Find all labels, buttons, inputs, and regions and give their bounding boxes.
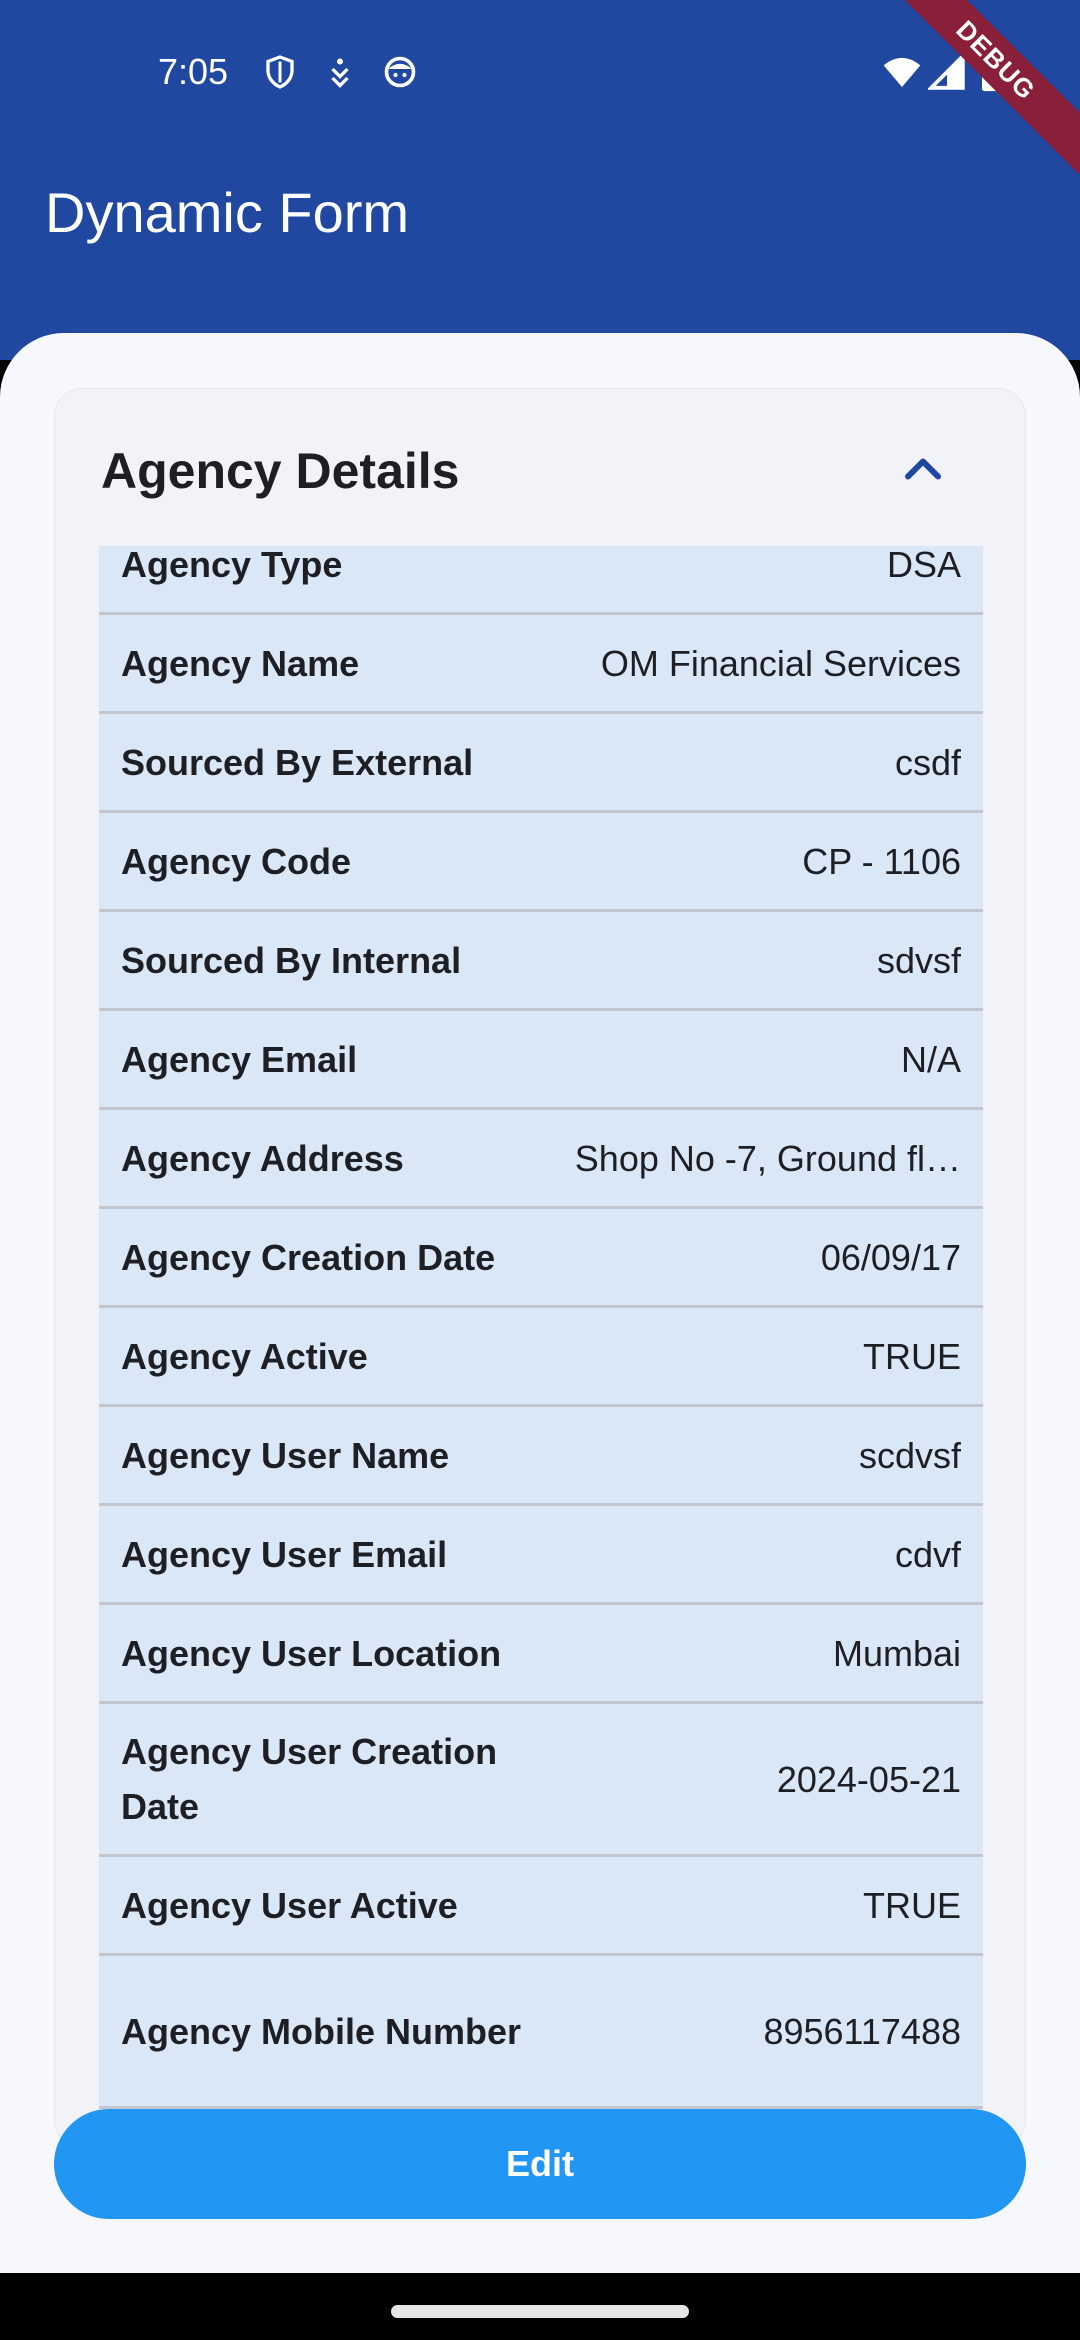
row-label: Agency User Active bbox=[121, 1884, 458, 1926]
row-label: Agency User Creation Date bbox=[121, 1731, 498, 1827]
row-value: csdf bbox=[894, 741, 961, 783]
details-table: Agency Type DSA Agency Name OM Financial… bbox=[99, 546, 983, 2147]
row-value: scdvsf bbox=[858, 1434, 961, 1476]
row-label: Agency Name bbox=[121, 642, 360, 684]
row-label: Agency Mobile Number bbox=[121, 2010, 522, 2052]
status-bar: 7:05 DEBUG bbox=[0, 0, 1080, 182]
table-row: Agency Email N/A bbox=[99, 1011, 983, 1110]
row-value: cdvf bbox=[894, 1533, 961, 1575]
row-value: 8956117488 bbox=[763, 2010, 961, 2052]
row-label: Agency Active bbox=[121, 1335, 368, 1377]
row-value: Mumbai bbox=[832, 1632, 961, 1674]
row-label: Agency User Name bbox=[121, 1434, 450, 1476]
row-label: Sourced By External bbox=[121, 741, 474, 783]
row-value: sdvsf bbox=[876, 939, 961, 981]
table-row: Agency Mobile Number 8956117488 bbox=[99, 1956, 983, 2109]
page-title: Dynamic Form bbox=[45, 181, 410, 244]
table-row: Agency Type DSA bbox=[99, 546, 983, 615]
card-title: Agency Details bbox=[101, 443, 460, 499]
table-row: Agency Active TRUE bbox=[99, 1308, 983, 1407]
table-row: Agency Code CP - 1106 bbox=[99, 813, 983, 912]
table-row: Sourced By Internal sdvsf bbox=[99, 912, 983, 1011]
row-value: TRUE bbox=[863, 1335, 961, 1377]
table-row: Agency Creation Date 06/09/17 bbox=[99, 1209, 983, 1308]
row-value: DSA bbox=[886, 546, 961, 585]
table-row: Agency User Creation Date 2024-05-21 bbox=[99, 1704, 983, 1857]
download-icon bbox=[322, 52, 358, 92]
row-value: 2024-05-21 bbox=[776, 1758, 961, 1800]
edit-button[interactable]: Edit bbox=[54, 2109, 1026, 2219]
row-label: Agency User Location bbox=[121, 1632, 502, 1674]
row-value: CP - 1106 bbox=[802, 840, 961, 882]
row-value: N/A bbox=[900, 1038, 961, 1080]
wifi-icon bbox=[880, 52, 924, 92]
row-label: Agency Code bbox=[121, 840, 352, 882]
row-label: Agency Address bbox=[121, 1137, 404, 1179]
row-label: Agency Creation Date bbox=[121, 1236, 496, 1278]
home-indicator[interactable] bbox=[391, 2305, 689, 2318]
row-value: OM Financial Services bbox=[600, 642, 961, 684]
table-row: Agency Name OM Financial Services bbox=[99, 615, 983, 714]
row-label: Agency User Email bbox=[121, 1533, 448, 1575]
row-label: Sourced By Internal bbox=[121, 939, 462, 981]
table-row: Agency User Email cdvf bbox=[99, 1506, 983, 1605]
table-row: Sourced By External csdf bbox=[99, 714, 983, 813]
table-row: Agency User Name scdvsf bbox=[99, 1407, 983, 1506]
row-label: Agency Email bbox=[121, 1038, 358, 1080]
row-value: Shop No -7, Ground fl… bbox=[574, 1137, 961, 1179]
shield-icon bbox=[262, 52, 298, 92]
signal-icon bbox=[926, 51, 966, 92]
row-label: Agency Type bbox=[121, 546, 343, 585]
status-time: 7:05 bbox=[158, 51, 229, 92]
table-row: Agency User Location Mumbai bbox=[99, 1605, 983, 1704]
row-value: 06/09/17 bbox=[820, 1236, 961, 1278]
table-row: Agency User Active TRUE bbox=[99, 1857, 983, 1956]
chevron-up-icon[interactable] bbox=[893, 439, 953, 499]
row-value: TRUE bbox=[863, 1884, 961, 1926]
face-icon bbox=[382, 52, 418, 92]
agency-details-card: Agency Details Agency Type DSA Agency Na… bbox=[54, 388, 1026, 2148]
table-row: Agency Address Shop No -7, Ground fl… bbox=[99, 1110, 983, 1209]
